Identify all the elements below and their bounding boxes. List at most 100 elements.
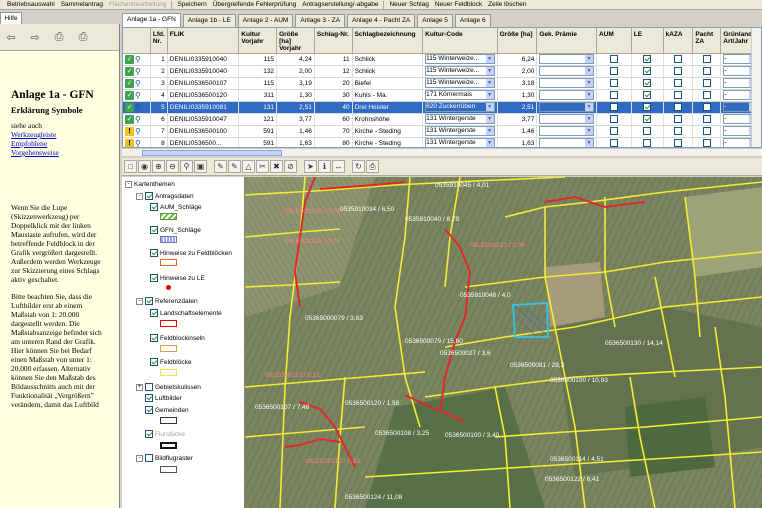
table-row[interactable]: ✓ ⚲ 1 DENILI0335910040 115 4,24 11 Schlick 115 W… <box>123 53 761 66</box>
scrollbar-thumb[interactable] <box>142 150 282 156</box>
collapse-icon[interactable]: - <box>136 192 143 200</box>
cell-schlagbezeichnung[interactable]: Krohnshöhe <box>353 113 424 126</box>
chevron-down-icon[interactable]: ▼ <box>584 66 593 75</box>
tab-anlage-1a[interactable]: Anlage 1a - GFN <box>122 13 181 27</box>
kultur-code-select[interactable]: 620 Zuckerrüben ▼ <box>425 101 495 112</box>
menu-antragserstellung[interactable]: Antragserstellung/-abgabe <box>299 1 381 8</box>
kaza-checkbox[interactable] <box>673 102 682 111</box>
pacht-za-checkbox[interactable] <box>702 78 711 87</box>
kultur-code-select[interactable]: 131 Wintergerste ▼ <box>425 137 495 147</box>
le-checkbox[interactable] <box>643 78 652 87</box>
layer-referenzdaten[interactable]: - Referenzdaten <box>136 297 198 305</box>
layer-checkbox[interactable] <box>150 249 158 257</box>
magnifier-icon[interactable]: ⚲ <box>180 160 193 173</box>
le-checkbox[interactable] <box>643 102 652 111</box>
pacht-za-checkbox[interactable] <box>702 54 711 63</box>
magnifier-icon[interactable]: ⚲ <box>135 91 144 100</box>
link-werkzeugleiste[interactable]: Werkzeugleiste <box>11 130 109 139</box>
print-map-icon[interactable]: ⎙ <box>366 160 379 173</box>
le-checkbox[interactable] <box>643 54 652 63</box>
layer-checkbox[interactable] <box>150 226 158 234</box>
kaza-checkbox[interactable] <box>673 78 682 87</box>
aum-checkbox[interactable] <box>609 102 618 111</box>
kultur-code-select[interactable]: 171 Körnermais ▼ <box>425 89 495 100</box>
cell-groesse[interactable]: 2,00 <box>498 65 538 78</box>
zoom-in-icon[interactable]: ⊕ <box>152 160 165 173</box>
layer-checkbox[interactable] <box>145 192 153 200</box>
back-arrow-icon[interactable]: ⇦ <box>4 30 18 44</box>
cell-flik[interactable]: DENILI0535910047 <box>168 113 240 126</box>
chevron-down-icon[interactable]: ▼ <box>584 90 593 99</box>
aum-checkbox[interactable] <box>609 126 618 135</box>
cell-schlagbezeichnung[interactable]: Biefel <box>353 77 424 90</box>
le-checkbox[interactable] <box>643 90 652 99</box>
aerial-map[interactable]: 0535910045 / 4,01 0535910034 / 6,50 08LE02… <box>245 177 762 508</box>
col-header-kultur-vorjahr[interactable]: Kultur Vorjahr <box>239 28 278 53</box>
collapse-icon[interactable]: - <box>125 181 132 188</box>
cell-flik[interactable]: DENILI0335910081 <box>168 101 240 114</box>
menu-speichern[interactable]: Speichern <box>174 1 209 8</box>
layer-root[interactable]: - Kartenthemen <box>125 181 175 188</box>
le-checkbox[interactable] <box>643 126 652 135</box>
col-header-pacht-za[interactable]: Pacht ZA <box>693 28 722 53</box>
pacht-za-checkbox[interactable] <box>702 102 711 111</box>
cell-groesse[interactable]: 3,18 <box>498 77 538 90</box>
praemie-select[interactable]: ▼ <box>539 77 594 88</box>
kaza-checkbox[interactable] <box>673 66 682 75</box>
magnifier-icon[interactable]: ⚲ <box>135 127 144 136</box>
cell-groesse[interactable]: 1,63 <box>498 137 538 147</box>
chevron-down-icon[interactable]: ▼ <box>584 78 593 87</box>
menu-neuer-feldblock[interactable]: Neuer Feldblock <box>432 1 485 8</box>
layer-landschaftselemente[interactable]: Landschaftselemente <box>150 309 222 317</box>
kaza-checkbox[interactable] <box>673 138 682 147</box>
col-header-le[interactable]: LE <box>632 28 664 53</box>
kaza-checkbox[interactable] <box>673 54 682 63</box>
layer-hinweise-le[interactable]: Hinweise zu LE <box>150 274 205 282</box>
collapse-icon[interactable]: - <box>136 297 143 305</box>
tab-anlage-5[interactable]: Anlage 5 <box>417 14 453 27</box>
layer-antragsdaten[interactable]: - Antragsdaten <box>136 192 194 200</box>
layer-flurstuecke[interactable]: Flurstücke <box>136 430 185 438</box>
layer-checkbox[interactable] <box>150 274 158 282</box>
cell-schlag-nr[interactable]: 60 <box>315 113 353 126</box>
cell-schlag-nr[interactable]: 30 <box>315 89 353 102</box>
cell-flik[interactable]: DENILI0536500120 <box>168 89 240 102</box>
menu-fehlerpruefung[interactable]: Übergreifende Fehlerprüfung <box>210 1 299 8</box>
layer-checkbox[interactable] <box>150 358 158 366</box>
menu-sammelantrag[interactable]: Sammelantrag <box>58 1 106 8</box>
pointer-icon[interactable]: ➤ <box>304 160 317 173</box>
le-checkbox[interactable] <box>643 114 652 123</box>
chevron-down-icon[interactable]: ▼ <box>584 114 593 123</box>
measure-icon[interactable]: ↔ <box>332 160 345 173</box>
select-tool-icon[interactable]: □ <box>124 160 137 173</box>
layer-checkbox[interactable] <box>150 309 158 317</box>
expand-icon[interactable]: + <box>136 383 143 391</box>
cell-flik[interactable]: DENILI0335910040 <box>168 65 240 78</box>
pacht-za-checkbox[interactable] <box>702 90 711 99</box>
kultur-code-select[interactable]: 131 Wintergerste ▼ <box>425 125 495 136</box>
magnifier-icon[interactable]: ⚲ <box>135 67 144 76</box>
layer-checkbox[interactable] <box>150 203 158 211</box>
layer-gebietskulissen[interactable]: + Gebietskulissen <box>136 383 201 391</box>
praemie-select[interactable]: ▼ <box>539 65 594 76</box>
layer-gemeinden[interactable]: Gemeinden <box>136 406 189 414</box>
tab-anlage-1b[interactable]: Anlage 1b - LE <box>182 14 236 27</box>
pacht-za-checkbox[interactable] <box>702 66 711 75</box>
layer-checkbox[interactable] <box>145 406 153 414</box>
table-row[interactable]: ✓ ⚲ 5 DENILI0335910081 131 2,51 40 Drei Heister… <box>123 101 761 114</box>
kultur-code-select[interactable]: 115 Winterweize... ▼ <box>425 77 495 88</box>
cell-flik[interactable]: DENILI0536500107 <box>168 77 240 90</box>
menu-zeile-loeschen[interactable]: Zeile löschen <box>485 1 529 8</box>
cell-schlagbezeichnung[interactable]: Schlick <box>353 65 424 78</box>
cell-flik[interactable]: DENILI0335910040 <box>168 53 240 66</box>
col-header-gek-praemie[interactable]: Gek. Prämie <box>537 28 597 53</box>
tab-anlage-2[interactable]: Anlage 2 - AUM <box>237 14 294 27</box>
col-header-schlag-nr[interactable]: Schlag-Nr. <box>315 28 353 53</box>
menu-betriebsauswahl[interactable]: Betriebsauswahl <box>4 1 58 8</box>
table-row[interactable]: ✓ ⚲ 3 DENILI0536500107 115 3,19 20 Biefel 115 Wi… <box>123 77 761 90</box>
cell-groesse[interactable]: 6,24 <box>498 53 538 66</box>
pacht-za-checkbox[interactable] <box>702 138 711 147</box>
kultur-code-select[interactable]: 115 Winterweize... ▼ <box>425 65 495 76</box>
info-icon[interactable]: ℹ <box>318 160 331 173</box>
aum-checkbox[interactable] <box>609 114 618 123</box>
